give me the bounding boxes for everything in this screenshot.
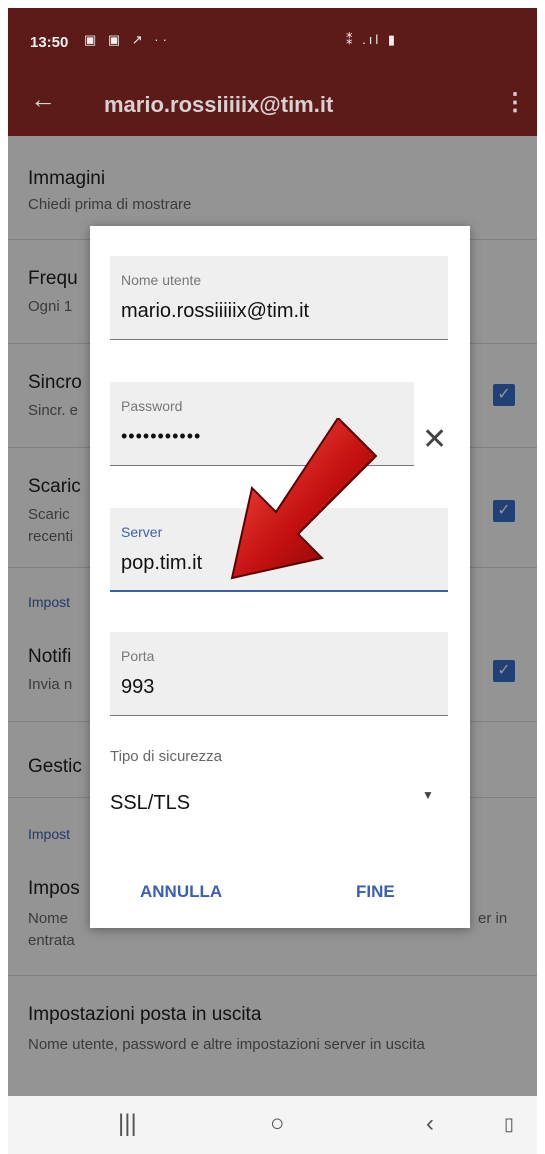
home-icon[interactable]: ○: [270, 1110, 285, 1138]
status-bar: 13:50 ▣ ▣ ↗ ·· ⁑ .ıl ▮: [8, 8, 537, 64]
notification-icons: ▣ ▣ ↗ ··: [84, 32, 171, 47]
port-value: 993: [121, 676, 155, 698]
port-field[interactable]: Porta 993: [110, 632, 448, 716]
screen: 13:50 ▣ ▣ ↗ ·· ⁑ .ıl ▮ ← mario.rossiiiii…: [8, 8, 537, 1154]
keyboard-toggle-icon[interactable]: ▯: [504, 1114, 514, 1135]
overflow-menu-icon[interactable]: ⋮: [503, 88, 527, 117]
username-label: Nome utente: [121, 272, 202, 288]
pointer-arrow-graphic: [230, 418, 378, 580]
account-title: mario.rossiiiiix@tim.it: [104, 92, 334, 117]
signal-battery-icons: ⁑ .ıl ▮: [346, 32, 398, 47]
close-icon[interactable]: ✕: [422, 422, 447, 457]
status-time: 13:50: [30, 34, 69, 51]
system-nav-bar: ||| ○ ‹ ▯: [8, 1096, 537, 1154]
username-field[interactable]: Nome utente mario.rossiiiiix@tim.it: [110, 256, 448, 340]
cancel-button[interactable]: ANNULLA: [140, 882, 222, 902]
username-value: mario.rossiiiiix@tim.it: [121, 300, 310, 322]
server-value: pop.tim.it: [121, 552, 203, 574]
password-label: Password: [121, 398, 183, 414]
back-nav-icon[interactable]: ‹: [426, 1110, 434, 1138]
recents-icon[interactable]: |||: [118, 1110, 137, 1138]
port-label: Porta: [121, 648, 155, 664]
done-button[interactable]: FINE: [356, 882, 395, 902]
dropdown-triangle-icon[interactable]: ▼: [422, 788, 434, 802]
app-toolbar: ← mario.rossiiiiix@tim.it ⋮: [8, 64, 537, 136]
security-type-label: Tipo di sicurezza: [110, 748, 222, 765]
security-type-select[interactable]: SSL/TLS: [110, 792, 190, 815]
password-value: •••••••••••: [121, 426, 202, 446]
server-label: Server: [121, 524, 163, 540]
back-arrow-icon[interactable]: ←: [30, 84, 56, 115]
